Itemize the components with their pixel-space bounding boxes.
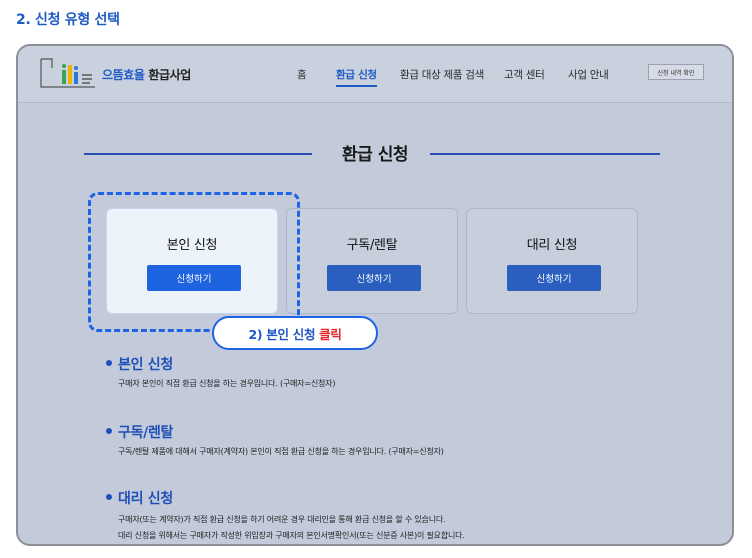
apply-button[interactable]: 신청하기	[327, 265, 421, 291]
info-title-rental: 구독/렌탈	[106, 422, 173, 442]
selection-highlight	[88, 192, 300, 332]
info-desc-proxy-2: 대리 신청을 위해서는 구매자가 작성한 위임장과 구매자의 본인서명확인서(또…	[118, 531, 465, 540]
nav-home[interactable]: 홈	[297, 67, 307, 82]
info-title-self: 본인 신청	[106, 354, 173, 374]
nav-program-info[interactable]: 사업 안내	[568, 67, 609, 82]
info-title-proxy: 대리 신청	[106, 488, 173, 508]
card-proxy-apply[interactable]: 대리 신청 신청하기	[466, 208, 638, 314]
info-desc-proxy-1: 구매자(또는 계약자)가 직접 환급 신청을 하기 어려운 경우 대리인을 통해…	[118, 515, 446, 524]
nav-product-search[interactable]: 환급 대상 제품 검색	[400, 67, 484, 82]
top-navigation: 으뜸효율 환급사업 홈 환급 신청 환급 대상 제품 검색 고객 센터 사업 안…	[18, 46, 732, 103]
info-desc-self: 구매자 본인이 직접 환급 신청을 하는 경우입니다. (구매자=신청자)	[118, 379, 336, 388]
brand-name[interactable]: 으뜸효율 환급사업	[102, 66, 191, 83]
card-title: 대리 신청	[526, 238, 578, 253]
screenshot-frame: 으뜸효율 환급사업 홈 환급 신청 환급 대상 제품 검색 고객 센터 사업 안…	[16, 44, 734, 546]
nav-customer-center[interactable]: 고객 센터	[504, 67, 545, 82]
title-divider-right	[430, 153, 660, 155]
bullet-icon	[106, 360, 112, 366]
nav-refund-apply[interactable]: 환급 신청	[336, 67, 377, 87]
card-subscription-rental[interactable]: 구독/렌탈 신청하기	[286, 208, 458, 314]
callout-action: 클릭	[319, 326, 342, 342]
history-check-button[interactable]: 신청 내역 확인	[648, 64, 704, 80]
info-desc-rental: 구독/렌탈 제품에 대해서 구매자(계약자) 본인이 직접 환급 신청을 하는 …	[118, 447, 444, 456]
apply-button[interactable]: 신청하기	[507, 265, 601, 291]
brand-highlight: 으뜸효율	[102, 68, 145, 82]
info-title-text: 본인 신청	[118, 357, 173, 373]
card-title: 구독/렌탈	[346, 238, 398, 253]
info-title-text: 대리 신청	[118, 491, 173, 507]
bullet-icon	[106, 494, 112, 500]
bullet-icon	[106, 428, 112, 434]
step-title: 2. 신청 유형 선택	[16, 12, 120, 28]
instruction-callout: 2) 본인 신청 클릭	[212, 316, 378, 350]
logo-icon[interactable]	[38, 56, 98, 90]
brand-suffix: 환급사업	[144, 68, 191, 82]
callout-text: 2) 본인 신청	[248, 326, 316, 342]
info-title-text: 구독/렌탈	[118, 425, 174, 441]
